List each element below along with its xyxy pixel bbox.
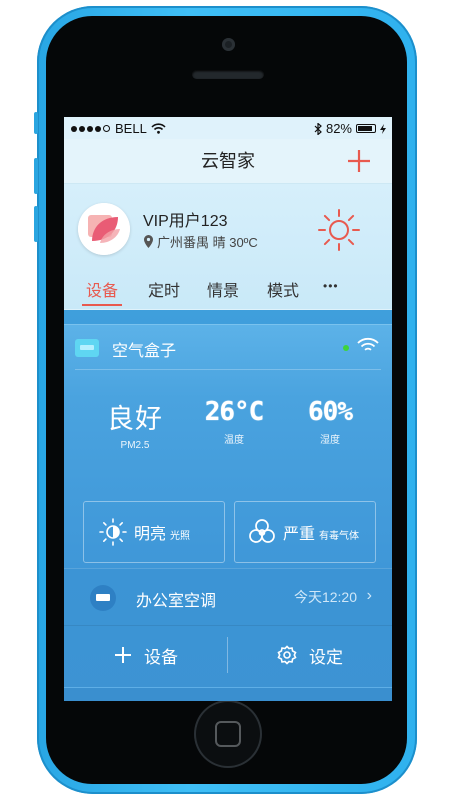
wifi-icon bbox=[357, 337, 379, 351]
signal-dot bbox=[71, 125, 77, 132]
signal-dot bbox=[79, 125, 85, 132]
toxic-gas-label: 有毒气体 bbox=[319, 530, 360, 542]
next-card-edge bbox=[64, 687, 392, 701]
signal-dot bbox=[103, 125, 110, 132]
tab-bar: 设备 定时 情景 模式 ••• bbox=[64, 277, 392, 309]
tab-scenes[interactable]: 情景 bbox=[207, 277, 239, 301]
brightness-label: 光照 bbox=[170, 530, 191, 542]
add-device-button[interactable]: 设备 bbox=[64, 625, 228, 685]
brightness-icon bbox=[99, 518, 127, 546]
air-box-icon bbox=[75, 339, 99, 357]
settings-button[interactable]: 设定 bbox=[228, 625, 392, 685]
brightness-status: 明亮 bbox=[134, 526, 167, 543]
online-status-dot bbox=[343, 345, 349, 351]
card-header: 空气盒子 bbox=[75, 337, 381, 370]
pm25-label: PM2.5 bbox=[120, 440, 150, 451]
location-weather: 广州番禺 晴 30ºC bbox=[144, 232, 258, 251]
pm25-value: 良好 bbox=[107, 404, 163, 434]
signal-carrier: BELL bbox=[71, 121, 166, 136]
carrier-name: BELL bbox=[115, 121, 147, 136]
app-screen: BELL 82% 云智家 VIP用户123 广州番禺 晴 30ºC 设备 定时 … bbox=[64, 117, 392, 701]
charging-icon bbox=[380, 123, 386, 134]
profile-section: VIP用户123 广州番禺 晴 30ºC 设备 定时 情景 模式 ••• bbox=[64, 184, 392, 309]
avatar-logo-icon bbox=[78, 203, 130, 255]
add-icon[interactable] bbox=[346, 148, 372, 174]
humidity-value: 60% bbox=[308, 397, 353, 427]
toxic-gas-status: 严重 bbox=[283, 526, 316, 543]
battery-icon bbox=[356, 124, 376, 133]
earpiece-speaker bbox=[192, 70, 264, 79]
front-camera bbox=[222, 38, 235, 51]
signal-dot bbox=[95, 125, 101, 132]
add-device-label: 设备 bbox=[144, 647, 178, 667]
status-right: 82% bbox=[314, 121, 386, 136]
sunny-weather-icon bbox=[318, 209, 360, 251]
brightness-tile[interactable]: 明亮 光照 bbox=[83, 501, 225, 563]
wifi-icon bbox=[151, 123, 166, 134]
battery-percent: 82% bbox=[325, 121, 352, 136]
air-conditioner-icon bbox=[90, 585, 116, 611]
plus-icon bbox=[115, 647, 131, 663]
active-tab-indicator bbox=[82, 304, 122, 306]
temperature-metric: 26°C 温度 bbox=[198, 397, 270, 446]
chevron-right-icon: › bbox=[366, 587, 372, 604]
temperature-value: 26°C bbox=[204, 397, 265, 427]
air-conditioner-row[interactable]: 办公室空调 今天12:20 › bbox=[64, 568, 392, 626]
volume-up-button bbox=[34, 158, 38, 194]
page-title: 云智家 bbox=[201, 151, 255, 171]
device-title: 空气盒子 bbox=[112, 343, 177, 360]
username: VIP用户123 bbox=[143, 213, 228, 230]
volume-down-button bbox=[34, 206, 38, 242]
tab-more[interactable]: ••• bbox=[323, 279, 339, 293]
status-bar: BELL 82% bbox=[64, 117, 392, 139]
tab-devices[interactable]: 设备 bbox=[86, 277, 118, 301]
mute-switch bbox=[34, 112, 38, 134]
location-pin-icon bbox=[144, 235, 153, 248]
avatar[interactable] bbox=[78, 203, 130, 255]
toxic-gas-tile[interactable]: 严重 有毒气体 bbox=[234, 501, 376, 563]
humidity-label: 湿度 bbox=[320, 435, 340, 446]
nav-bar: 云智家 bbox=[64, 139, 392, 184]
tab-timer[interactable]: 定时 bbox=[148, 277, 180, 301]
signal-dot bbox=[87, 125, 93, 132]
home-square-icon bbox=[215, 721, 241, 747]
ac-time: 今天12:20 bbox=[293, 589, 357, 605]
pm25-metric: 良好 PM2.5 bbox=[100, 397, 170, 451]
location-text: 广州番禺 晴 30ºC bbox=[157, 235, 258, 250]
gear-icon bbox=[277, 645, 297, 665]
bottom-action-bar: 设备 设定 bbox=[64, 625, 392, 685]
temperature-label: 温度 bbox=[224, 435, 244, 446]
bluetooth-icon bbox=[314, 122, 322, 135]
device-area: 空气盒子 良好 PM2.5 26°C 温度 60% 湿度 明亮 光照 严重 有毒… bbox=[64, 310, 392, 701]
settings-label: 设定 bbox=[309, 647, 343, 667]
biohazard-icon bbox=[249, 519, 275, 543]
humidity-metric: 60% 湿度 bbox=[294, 397, 366, 446]
ac-name: 办公室空调 bbox=[136, 593, 217, 610]
air-box-card[interactable]: 空气盒子 良好 PM2.5 26°C 温度 60% 湿度 明亮 光照 严重 有毒… bbox=[64, 324, 392, 568]
tab-modes[interactable]: 模式 bbox=[267, 277, 299, 301]
